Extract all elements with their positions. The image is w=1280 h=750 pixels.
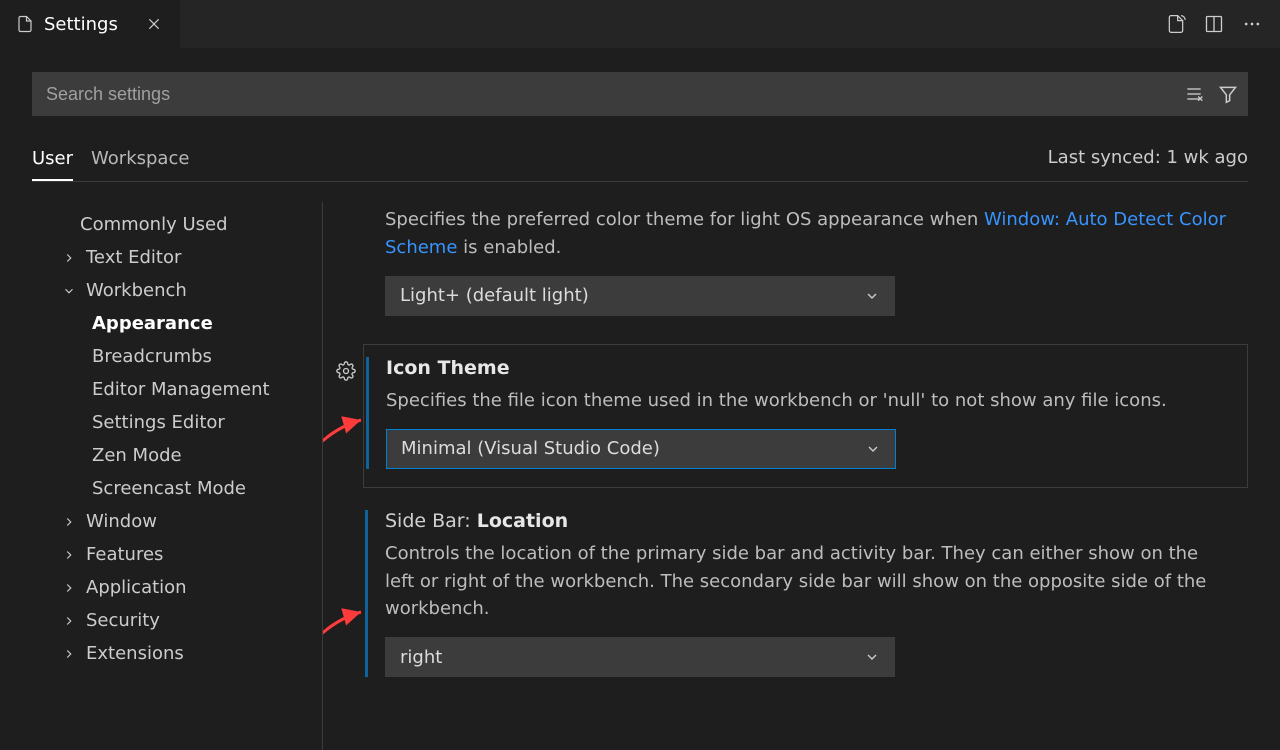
file-icon: [16, 15, 34, 33]
setting-title: Icon Theme: [386, 357, 1227, 379]
tab-settings[interactable]: Settings: [0, 0, 180, 48]
setting-description: Controls the location of the primary sid…: [385, 540, 1228, 624]
scope-tab-user[interactable]: User: [32, 144, 73, 181]
tree-editor-management[interactable]: Editor Management: [32, 373, 322, 406]
setting-preferred-light-theme: Specifies the preferred color theme for …: [323, 202, 1248, 334]
editor-actions: [1166, 0, 1280, 48]
search-settings: [32, 72, 1248, 116]
chevron-right-icon: [58, 515, 80, 529]
select-preferred-light-theme[interactable]: Light+ (default light): [385, 276, 895, 316]
select-sidebar-location[interactable]: right: [385, 637, 895, 677]
tree-screencast-mode[interactable]: Screencast Mode: [32, 472, 322, 505]
setting-sidebar-location: Side Bar: Location Controls the location…: [323, 498, 1248, 696]
filter-icon[interactable]: [1218, 84, 1238, 104]
more-icon[interactable]: [1242, 14, 1262, 34]
setting-description: Specifies the preferred color theme for …: [385, 206, 1228, 262]
scope-row: User Workspace Last synced: 1 wk ago: [32, 144, 1248, 182]
tree-text-editor[interactable]: Text Editor: [32, 241, 322, 274]
chevron-down-icon: [865, 441, 881, 457]
settings-tree: Commonly Used Text Editor Workbench Appe…: [32, 202, 322, 750]
chevron-right-icon: [58, 647, 80, 661]
sync-status: Last synced: 1 wk ago: [1048, 147, 1248, 178]
tree-appearance[interactable]: Appearance: [32, 307, 322, 340]
search-input[interactable]: [32, 72, 1248, 116]
tab-bar: Settings: [0, 0, 1280, 48]
tree-features[interactable]: Features: [32, 538, 322, 571]
tree-application[interactable]: Application: [32, 571, 322, 604]
tree-breadcrumbs[interactable]: Breadcrumbs: [32, 340, 322, 373]
tree-window[interactable]: Window: [32, 505, 322, 538]
tree-commonly-used[interactable]: Commonly Used: [32, 208, 322, 241]
chevron-down-icon: [864, 288, 880, 304]
clear-search-icon[interactable]: [1184, 84, 1204, 104]
scope-tab-workspace[interactable]: Workspace: [91, 144, 189, 181]
tree-zen-mode[interactable]: Zen Mode: [32, 439, 322, 472]
settings-pane: Specifies the preferred color theme for …: [322, 202, 1248, 750]
setting-description: Specifies the file icon theme used in th…: [386, 387, 1227, 415]
tree-settings-editor[interactable]: Settings Editor: [32, 406, 322, 439]
split-editor-icon[interactable]: [1204, 14, 1224, 34]
gear-icon[interactable]: [336, 361, 356, 381]
setting-icon-theme: Icon Theme Specifies the file icon theme…: [363, 344, 1248, 488]
select-icon-theme[interactable]: Minimal (Visual Studio Code): [386, 429, 896, 469]
tree-extensions[interactable]: Extensions: [32, 637, 322, 670]
tree-security[interactable]: Security: [32, 604, 322, 637]
close-icon[interactable]: [146, 16, 162, 32]
chevron-right-icon: [58, 251, 80, 265]
chevron-right-icon: [58, 614, 80, 628]
tree-workbench[interactable]: Workbench: [32, 274, 322, 307]
chevron-down-icon: [864, 649, 880, 665]
open-settings-json-icon[interactable]: [1166, 14, 1186, 34]
chevron-right-icon: [58, 581, 80, 595]
setting-title: Side Bar: Location: [385, 510, 1228, 532]
chevron-right-icon: [58, 548, 80, 562]
chevron-down-icon: [58, 284, 80, 298]
tab-title: Settings: [44, 14, 118, 35]
